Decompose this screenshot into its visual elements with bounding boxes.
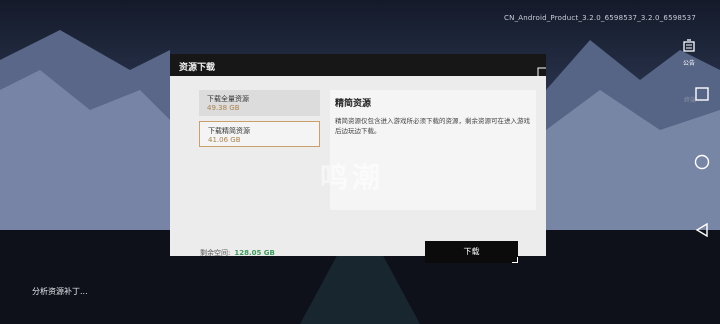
notice-button[interactable]: 公告 [676, 38, 702, 67]
notice-icon [683, 39, 695, 52]
download-button-label: 下载 [463, 247, 480, 256]
option-size: 49.38 GB [207, 104, 240, 112]
version-label: CN_Android_Product_3.2.0_6598537_3.2.0_6… [504, 14, 696, 22]
download-button[interactable]: 下载 [425, 241, 518, 263]
option-size: 41.06 GB [208, 136, 241, 144]
detail-description: 精简资源仅包含进入游戏所必须下载的资源，剩余资源可在进入游戏后边玩边下载。 [335, 117, 530, 135]
option-lite-resources[interactable]: 下载精简资源 41.06 GB [199, 121, 320, 147]
option-full-resources[interactable]: 下载全量资源 49.38 GB [199, 90, 320, 116]
recents-button[interactable] [692, 84, 712, 104]
dialog-body: 下载全量资源 49.38 GB 下载精简资源 41.06 GB 精简资源 精简资… [170, 76, 546, 263]
free-space-label: 剩余空间: [200, 249, 231, 257]
corner-accent-icon [537, 67, 546, 76]
button-corner-accent [512, 257, 518, 263]
dialog-title: 资源下载 [179, 63, 216, 73]
free-space-value: 128.05 GB [234, 249, 275, 257]
option-label: 下载精简资源 [208, 127, 250, 135]
detail-title: 精简资源 [335, 99, 372, 109]
recents-square-icon [695, 87, 709, 101]
home-circle-icon [694, 154, 710, 170]
download-options: 下载全量资源 49.38 GB 下载精简资源 41.06 GB [199, 90, 320, 170]
loading-status: 分析资源补丁... [32, 287, 88, 296]
back-button[interactable] [692, 220, 712, 240]
home-button[interactable] [692, 152, 712, 172]
back-triangle-icon [695, 222, 708, 238]
free-space: 剩余空间: 128.05 GB [200, 248, 275, 258]
notice-label: 公告 [682, 60, 695, 67]
option-label: 下载全量资源 [207, 95, 249, 103]
game-logo-watermark: 鸣潮 [320, 161, 385, 194]
dialog-header: 资源下载 [170, 54, 546, 76]
resource-download-dialog: 资源下载 下载全量资源 49.38 GB 下载精简资源 41.06 GB 精简资… [170, 54, 546, 263]
